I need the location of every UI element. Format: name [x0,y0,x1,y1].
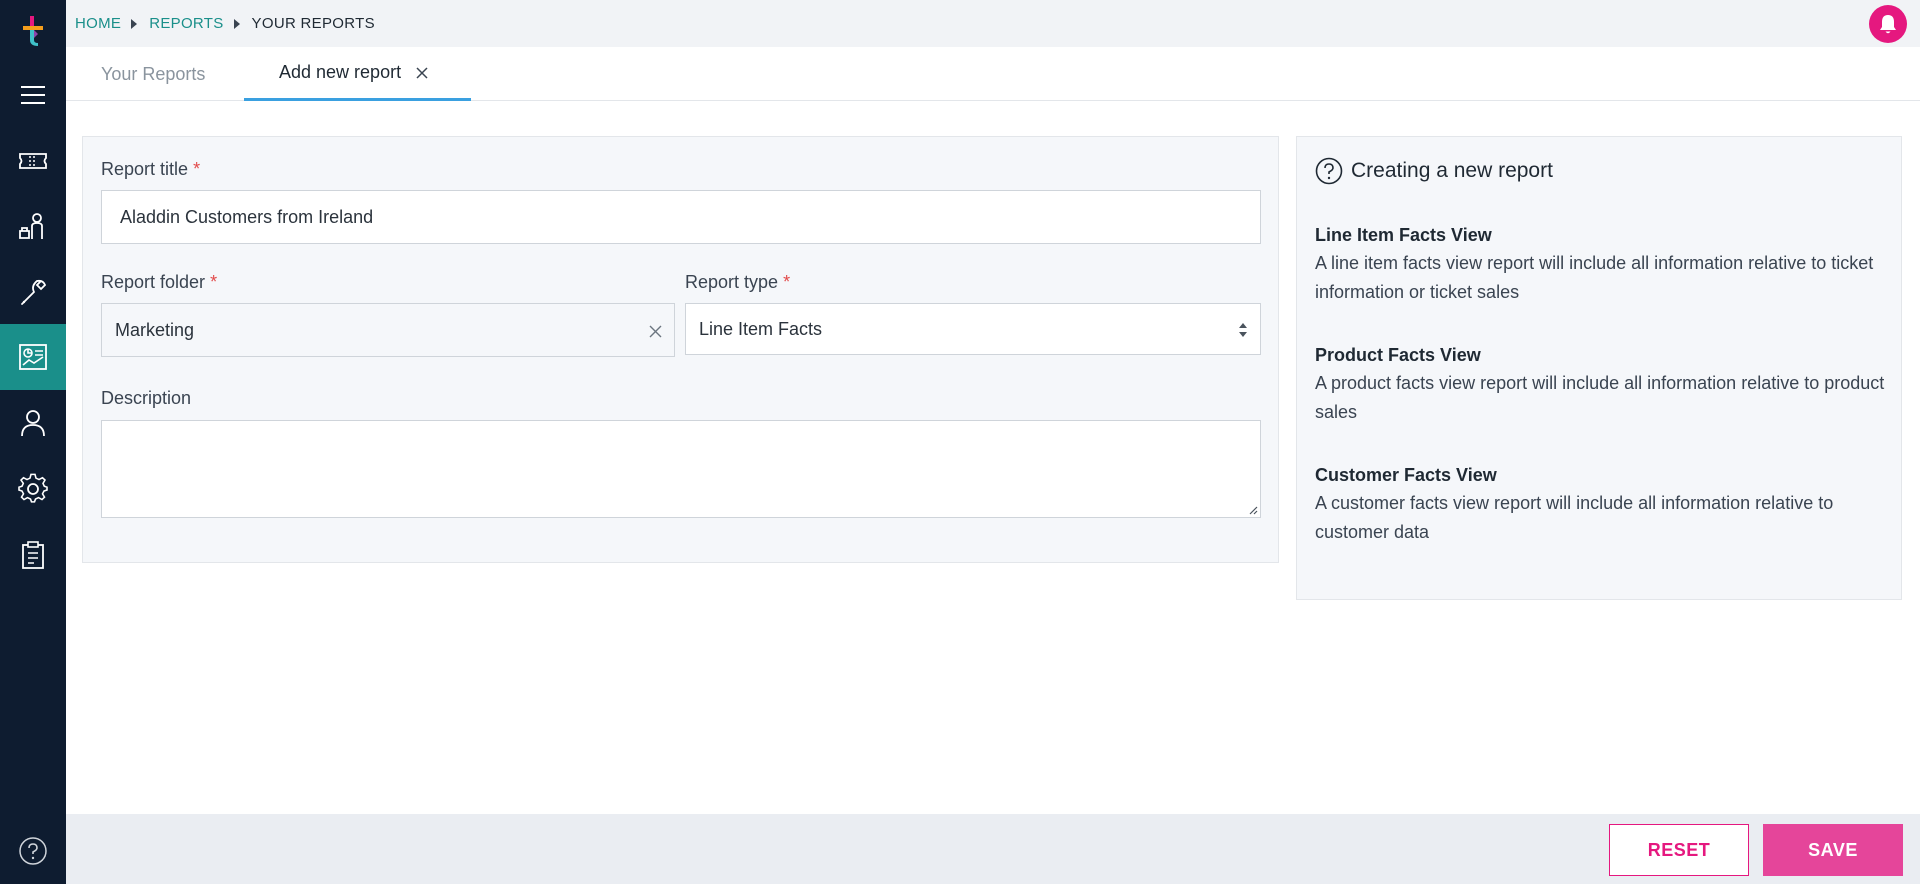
breadcrumb-separator-icon [131,18,138,29]
breadcrumb-home[interactable]: HOME [75,15,121,32]
breadcrumb-separator-icon [233,18,240,29]
help-section-text: A line item facts view report will inclu… [1315,253,1874,302]
report-title-label: Report title * [101,159,200,180]
report-type-value: Line Item Facts [699,318,823,339]
help-section-heading: Customer Facts View [1315,465,1497,485]
tab-bar: Your Reports Add new report [66,47,1920,101]
help-panel-header: Creating a new report [1315,157,1553,185]
help-section-heading: Product Facts View [1315,345,1481,365]
reports-icon [19,344,47,370]
clipboard-icon [22,541,44,569]
clear-icon[interactable] [649,325,662,338]
help-section-line-item: Line Item Facts View A line item facts v… [1315,225,1885,307]
nav-users[interactable] [0,390,66,456]
customer-service-icon [19,213,43,239]
footer-bar: RESET SAVE [66,814,1920,884]
gear-icon [18,473,48,503]
report-title-input[interactable]: Aladdin Customers from Ireland [101,190,1261,244]
tab-label: Your Reports [101,63,206,84]
question-circle-icon[interactable] [18,836,48,866]
wrench-icon [21,279,47,305]
report-folder-value: Marketing [115,319,195,340]
question-circle-icon [1315,157,1343,185]
help-panel-title: Creating a new report [1351,159,1553,182]
report-form: Report title * Aladdin Customers from Ir… [82,136,1279,563]
reset-button[interactable]: RESET [1609,824,1749,876]
tab-your-reports[interactable]: Your Reports [101,47,205,101]
save-button[interactable]: SAVE [1763,824,1903,876]
breadcrumb-reports[interactable]: REPORTS [149,15,223,32]
report-folder-label-text: Report folder [101,272,206,292]
required-mark: * [783,272,791,292]
nav-reports[interactable] [0,324,66,390]
help-section-product: Product Facts View A product facts view … [1315,345,1885,427]
tab-label: Add new report [279,62,402,82]
top-bar: HOME REPORTS YOUR REPORTS [66,0,1920,47]
user-icon [21,410,45,437]
notifications-button[interactable] [1869,5,1907,43]
report-type-select[interactable]: Line Item Facts [685,303,1261,355]
nav-tools[interactable] [0,260,66,326]
ticket-icon [19,153,47,169]
app-logo-icon[interactable] [19,14,47,48]
description-textarea[interactable] [101,420,1261,518]
report-title-label-text: Report title [101,159,189,179]
breadcrumb: HOME REPORTS YOUR REPORTS [75,15,375,32]
close-icon[interactable] [415,66,429,80]
tab-add-new-report[interactable]: Add new report [244,47,471,101]
select-arrows-icon [1239,323,1247,337]
nav-tickets[interactable] [0,128,66,194]
help-section-heading: Line Item Facts View [1315,225,1492,245]
help-section-text: A customer facts view report will includ… [1315,493,1834,542]
help-panel: Creating a new report Line Item Facts Vi… [1296,136,1902,600]
required-mark: * [210,272,218,292]
nav-customer-service[interactable] [0,194,66,260]
sidebar [0,0,66,884]
report-type-label-text: Report type [685,272,779,292]
report-folder-select[interactable]: Marketing [101,303,675,357]
resize-handle-icon[interactable] [1248,505,1258,515]
report-type-label: Report type * [685,272,790,293]
help-section-text: A product facts view report will include… [1315,373,1885,422]
help-section-customer: Customer Facts View A customer facts vie… [1315,465,1885,547]
nav-clipboard[interactable] [0,522,66,588]
report-folder-label: Report folder * [101,272,217,293]
nav-menu[interactable] [0,62,66,128]
bell-icon [1880,15,1896,34]
breadcrumb-current: YOUR REPORTS [251,15,375,32]
menu-icon [21,86,45,104]
required-mark: * [193,159,201,179]
report-title-value: Aladdin Customers from Ireland [120,206,374,227]
description-label: Description [101,388,192,408]
nav-settings[interactable] [0,456,66,522]
